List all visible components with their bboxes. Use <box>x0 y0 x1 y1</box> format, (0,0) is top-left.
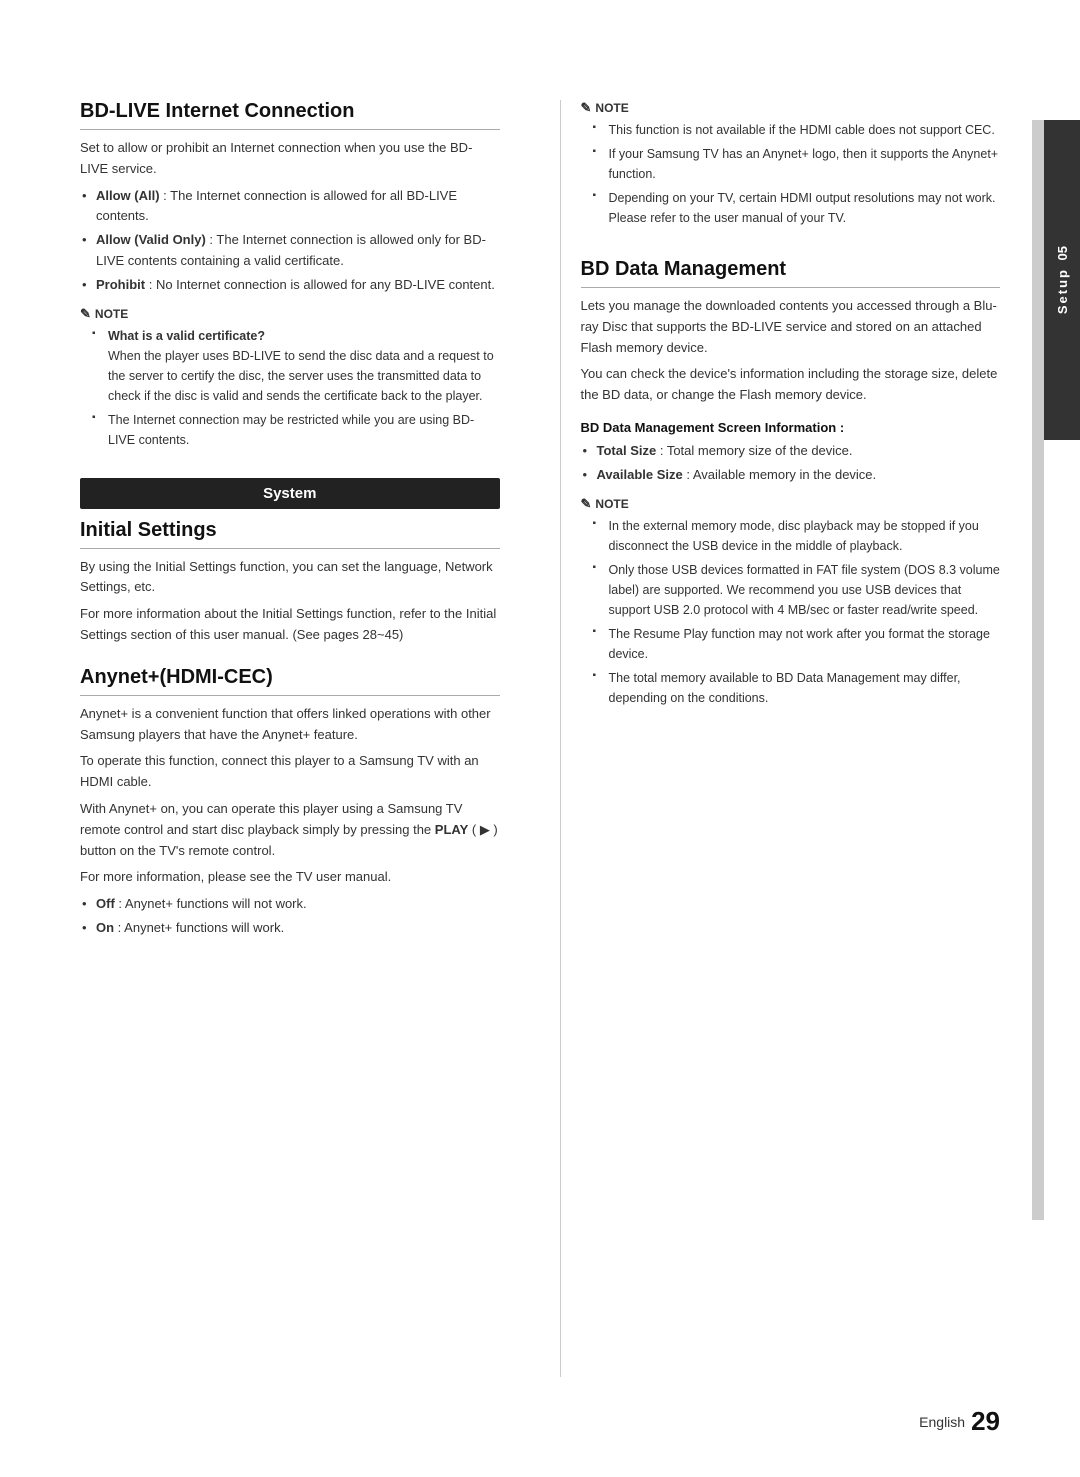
system-banner: System <box>80 478 500 509</box>
initial-settings-section: Initial Settings By using the Initial Se… <box>80 519 500 646</box>
bd-data-para2: You can check the device's information i… <box>581 364 1001 406</box>
bd-data-note-item3: The Resume Play function may not work af… <box>591 624 1001 664</box>
bd-data-note-icon: ✎ <box>581 496 592 512</box>
bd-data-screen-info: BD Data Management Screen Information : … <box>581 420 1001 486</box>
initial-settings-para1: By using the Initial Settings function, … <box>80 557 500 599</box>
bullet-available-size: Available Size : Available memory in the… <box>581 465 1001 486</box>
side-tab: 05 Setup <box>1044 120 1080 440</box>
anynet-title: Anynet+(HDMI-CEC) <box>80 666 500 696</box>
bd-live-note-label: NOTE <box>95 307 128 321</box>
bd-data-note-label: NOTE <box>595 497 628 511</box>
bullet-off: Off : Anynet+ functions will not work. <box>80 894 500 915</box>
bullet-allow-all: Allow (All) : The Internet connection is… <box>80 186 500 228</box>
bd-live-note-header: ✎ NOTE <box>80 306 500 322</box>
hdmi-note-header: ✎ NOTE <box>581 100 1001 116</box>
hdmi-note-icon: ✎ <box>581 100 592 116</box>
hdmi-note-item3: Depending on your TV, certain HDMI outpu… <box>591 188 1001 228</box>
page-footer-inner: English 29 <box>919 1406 1000 1437</box>
page-footer: English 29 <box>919 1406 1000 1437</box>
side-accent-bar <box>1032 120 1044 1220</box>
note-item-restricted: The Internet connection may be restricte… <box>90 410 500 450</box>
bd-data-note-list: In the external memory mode, disc playba… <box>591 516 1001 708</box>
anynet-para3: With Anynet+ on, you can operate this pl… <box>80 799 500 861</box>
right-column: ✎ NOTE This function is not available if… <box>560 100 1001 1377</box>
bullet-allow-valid: Allow (Valid Only) : The Internet connec… <box>80 230 500 272</box>
bullet-on: On : Anynet+ functions will work. <box>80 918 500 939</box>
left-column: BD-LIVE Internet Connection Set to allow… <box>80 100 520 1377</box>
bd-data-screen-bullets: Total Size : Total memory size of the de… <box>581 441 1001 486</box>
bd-data-note: ✎ NOTE In the external memory mode, disc… <box>581 496 1001 708</box>
bd-data-note-item4: The total memory available to BD Data Ma… <box>591 668 1001 708</box>
bd-data-screen-title: BD Data Management Screen Information : <box>581 420 1001 435</box>
bullet-prohibit: Prohibit : No Internet connection is all… <box>80 275 500 296</box>
anynet-para1: Anynet+ is a convenient function that of… <box>80 704 500 746</box>
bd-live-title: BD-LIVE Internet Connection <box>80 100 500 130</box>
page-language: English <box>919 1414 965 1430</box>
initial-settings-title: Initial Settings <box>80 519 500 549</box>
bd-data-title: BD Data Management <box>581 258 1001 288</box>
anynet-section: Anynet+(HDMI-CEC) Anynet+ is a convenien… <box>80 666 500 939</box>
hdmi-note-block: ✎ NOTE This function is not available if… <box>581 100 1001 228</box>
bd-data-note-item1: In the external memory mode, disc playba… <box>591 516 1001 556</box>
bd-data-note-item2: Only those USB devices formatted in FAT … <box>591 560 1001 620</box>
page-container: 05 Setup BD-LIVE Internet Connection Set… <box>0 0 1080 1477</box>
anynet-bullets: Off : Anynet+ functions will not work. O… <box>80 894 500 939</box>
bd-live-section: BD-LIVE Internet Connection Set to allow… <box>80 100 500 450</box>
anynet-para4: For more information, please see the TV … <box>80 867 500 888</box>
bullet-total-size: Total Size : Total memory size of the de… <box>581 441 1001 462</box>
note-icon: ✎ <box>80 306 91 322</box>
bd-live-intro: Set to allow or prohibit an Internet con… <box>80 138 500 180</box>
page-number: 29 <box>971 1406 1000 1437</box>
hdmi-note-label: NOTE <box>595 101 628 115</box>
side-tab-number: 05 <box>1055 246 1070 260</box>
anynet-para2: To operate this function, connect this p… <box>80 751 500 793</box>
bd-live-note-list: What is a valid certificate? When the pl… <box>90 326 500 450</box>
bd-data-note-header: ✎ NOTE <box>581 496 1001 512</box>
hdmi-note-item2: If your Samsung TV has an Anynet+ logo, … <box>591 144 1001 184</box>
bd-data-para1: Lets you manage the downloaded contents … <box>581 296 1001 358</box>
hdmi-note-item1: This function is not available if the HD… <box>591 120 1001 140</box>
bd-data-section: BD Data Management Lets you manage the d… <box>581 258 1001 708</box>
note-item-certificate: What is a valid certificate? When the pl… <box>90 326 500 406</box>
bd-live-bullets: Allow (All) : The Internet connection is… <box>80 186 500 296</box>
main-content: BD-LIVE Internet Connection Set to allow… <box>0 60 1080 1417</box>
side-tab-label: Setup <box>1055 268 1070 314</box>
initial-settings-para2: For more information about the Initial S… <box>80 604 500 646</box>
bd-live-note: ✎ NOTE What is a valid certificate? When… <box>80 306 500 450</box>
hdmi-note-list: This function is not available if the HD… <box>591 120 1001 228</box>
